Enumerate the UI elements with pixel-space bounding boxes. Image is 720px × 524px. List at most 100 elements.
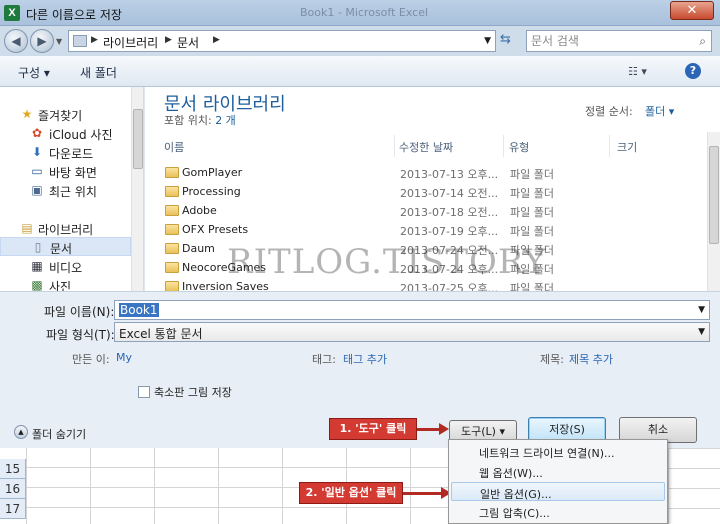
refresh-icon[interactable]: ⇆ [500,32,511,47]
filetype-label: 파일 형식(T): [46,328,115,342]
includes-link[interactable]: 2 개 [215,114,236,127]
title-label: 제목: [540,353,564,366]
chevron-right-icon[interactable]: ▶ [213,35,220,45]
background-window-title: Book1 - Microsoft Excel [300,6,429,19]
nav-item-downloads[interactable]: ⬇ 다운로드 [0,143,131,162]
filename-field[interactable]: Book1 ▼ [114,300,710,320]
column-divider[interactable] [503,135,504,157]
filename-label: 파일 이름(N): [44,305,115,319]
video-icon: ▦ [31,259,43,273]
file-list-scrollbar[interactable] [707,132,720,291]
title-add-link[interactable]: 제목 추가 [569,351,613,367]
folder-icon [165,262,179,273]
column-header-size[interactable]: 크기 [617,139,637,157]
chevron-right-icon[interactable]: ▶ [165,35,172,45]
search-input[interactable] [531,34,681,48]
author-label: 만든 이: [72,353,110,366]
file-name: Processing [182,185,241,198]
watermark-text: RITLOG.TISTORY [227,242,547,282]
row-header-15: 15 [0,459,26,479]
nav-scrollbar-thumb[interactable] [133,109,143,169]
menu-item-web-options[interactable]: 웹 옵션(W)... [451,462,665,481]
excel-grid-right [668,448,720,524]
hide-folders-button[interactable]: 폴더 숨기기 [32,426,86,442]
file-name: OFX Presets [182,223,249,236]
file-list-scrollbar-thumb[interactable] [709,146,719,244]
excel-app-icon: X [4,5,20,21]
sort-label: 정렬 순서: [585,105,633,118]
organize-button[interactable]: 구성 ▾ [18,64,50,81]
file-row[interactable]: Processing 2013-07-14 오전... 파일 폴더 [161,183,701,202]
column-divider[interactable] [394,135,395,157]
folder-icon [165,281,179,291]
file-row[interactable]: Adobe 2013-07-18 오전... 파일 폴더 [161,202,701,221]
nav-item-desktop[interactable]: ▭ 바탕 화면 [0,162,131,181]
path-dropdown-icon[interactable]: ▼ [484,36,491,46]
star-icon: ★ [21,107,33,121]
address-bar: ◀ ▶ ▼ ▶ 라이브러리 ▶ 문서 ▶ ▼ ⇆ ⌕ [0,26,720,56]
new-folder-button[interactable]: 새 폴더 [80,64,117,81]
folder-icon [165,167,179,178]
callout-step2: 2. '일반 옵션' 클릭 [299,482,403,504]
chevron-down-icon[interactable]: ▼ [698,327,705,337]
column-header-name[interactable]: 이름 [164,139,184,157]
nav-item-documents[interactable]: ▯ 문서 [0,237,131,256]
help-icon[interactable]: ? [685,63,701,79]
recent-places-icon: ▣ [31,183,43,197]
folder-icon [165,205,179,216]
nav-item-label: 즐겨찾기 [38,109,83,123]
menu-item-map-network-drive[interactable]: 네트워크 드라이브 연결(N)... [451,442,665,461]
nav-item-label: 사진 [49,280,72,291]
tags-label: 태그: [312,353,336,366]
file-row[interactable]: OFX Presets 2013-07-19 오후... 파일 폴더 [161,221,701,240]
nav-item-label: iCloud 사진 [49,128,113,142]
save-thumbnail-checkbox[interactable] [138,386,150,398]
filetype-select[interactable]: Excel 통합 문서 ▼ [114,322,710,342]
save-options-panel: 파일 이름(N): Book1 ▼ 파일 형식(T): Excel 통합 문서 … [0,291,720,448]
nav-item-libraries[interactable]: ▤ 라이브러리 [0,219,131,238]
file-row[interactable]: GomPlayer 2013-07-13 오후... 파일 폴더 [161,164,701,183]
pictures-icon: ▩ [31,278,43,291]
tags-add-link[interactable]: 태그 추가 [343,351,387,367]
title-bar: X 다른 이름으로 저장 Book1 - Microsoft Excel ✕ [0,0,720,26]
nav-item-icloud-photos[interactable]: ✿ iCloud 사진 [0,124,131,143]
nav-item-pictures[interactable]: ▩ 사진 [0,276,131,291]
view-options-icon[interactable]: ☷ ▾ [628,65,647,78]
row-header-16: 16 [0,479,26,499]
author-value[interactable]: My [116,351,132,364]
column-divider[interactable] [609,135,610,157]
back-button[interactable]: ◀ [4,29,28,53]
file-type: 파일 폴더 [510,168,554,181]
history-dropdown-icon[interactable]: ▼ [56,37,62,46]
breadcrumb[interactable]: ▶ 라이브러리 ▶ 문서 ▶ ▼ [68,30,496,52]
sort-dropdown[interactable]: 폴더 ▾ [645,103,674,119]
chevron-right-icon[interactable]: ▶ [91,35,98,45]
file-date: 2013-07-14 오전... [400,187,499,200]
window-title: 다른 이름으로 저장 [26,8,122,22]
desktop-icon: ▭ [31,164,43,178]
chevron-down-icon[interactable]: ▼ [698,305,705,315]
nav-item-recent-places[interactable]: ▣ 최근 위치 [0,181,131,200]
nav-item-videos[interactable]: ▦ 비디오 [0,257,131,276]
menu-item-label: 웹 옵션(W)... [479,467,543,480]
file-name: Adobe [182,204,217,217]
breadcrumb-documents[interactable]: 문서 [177,34,199,51]
save-thumbnail-label[interactable]: 축소판 그림 저장 [154,384,232,400]
forward-button[interactable]: ▶ [30,29,54,53]
nav-scrollbar[interactable] [131,87,143,291]
nav-item-favorites[interactable]: ★ 즐겨찾기 [0,105,131,124]
nav-item-label: 비디오 [49,261,83,275]
search-box[interactable]: ⌕ [526,30,712,52]
column-header-modified[interactable]: 수정한 날짜 [399,139,453,157]
menu-item-general-options[interactable]: 일반 옵션(G)... [451,482,665,501]
breadcrumb-libraries[interactable]: 라이브러리 [103,34,158,51]
search-icon[interactable]: ⌕ [699,34,706,49]
tools-menu: 네트워크 드라이브 연결(N)... 웹 옵션(W)... 일반 옵션(G)..… [448,439,668,524]
nav-item-label: 문서 [50,242,73,256]
column-header-type[interactable]: 유형 [509,139,529,157]
filename-value[interactable]: Book1 [119,303,159,317]
file-type: 파일 폴더 [510,206,554,219]
chevron-up-icon[interactable]: ▲ [14,425,28,439]
menu-item-compress-pictures[interactable]: 그림 압축(C)... [451,502,665,521]
close-button[interactable]: ✕ [670,1,714,20]
